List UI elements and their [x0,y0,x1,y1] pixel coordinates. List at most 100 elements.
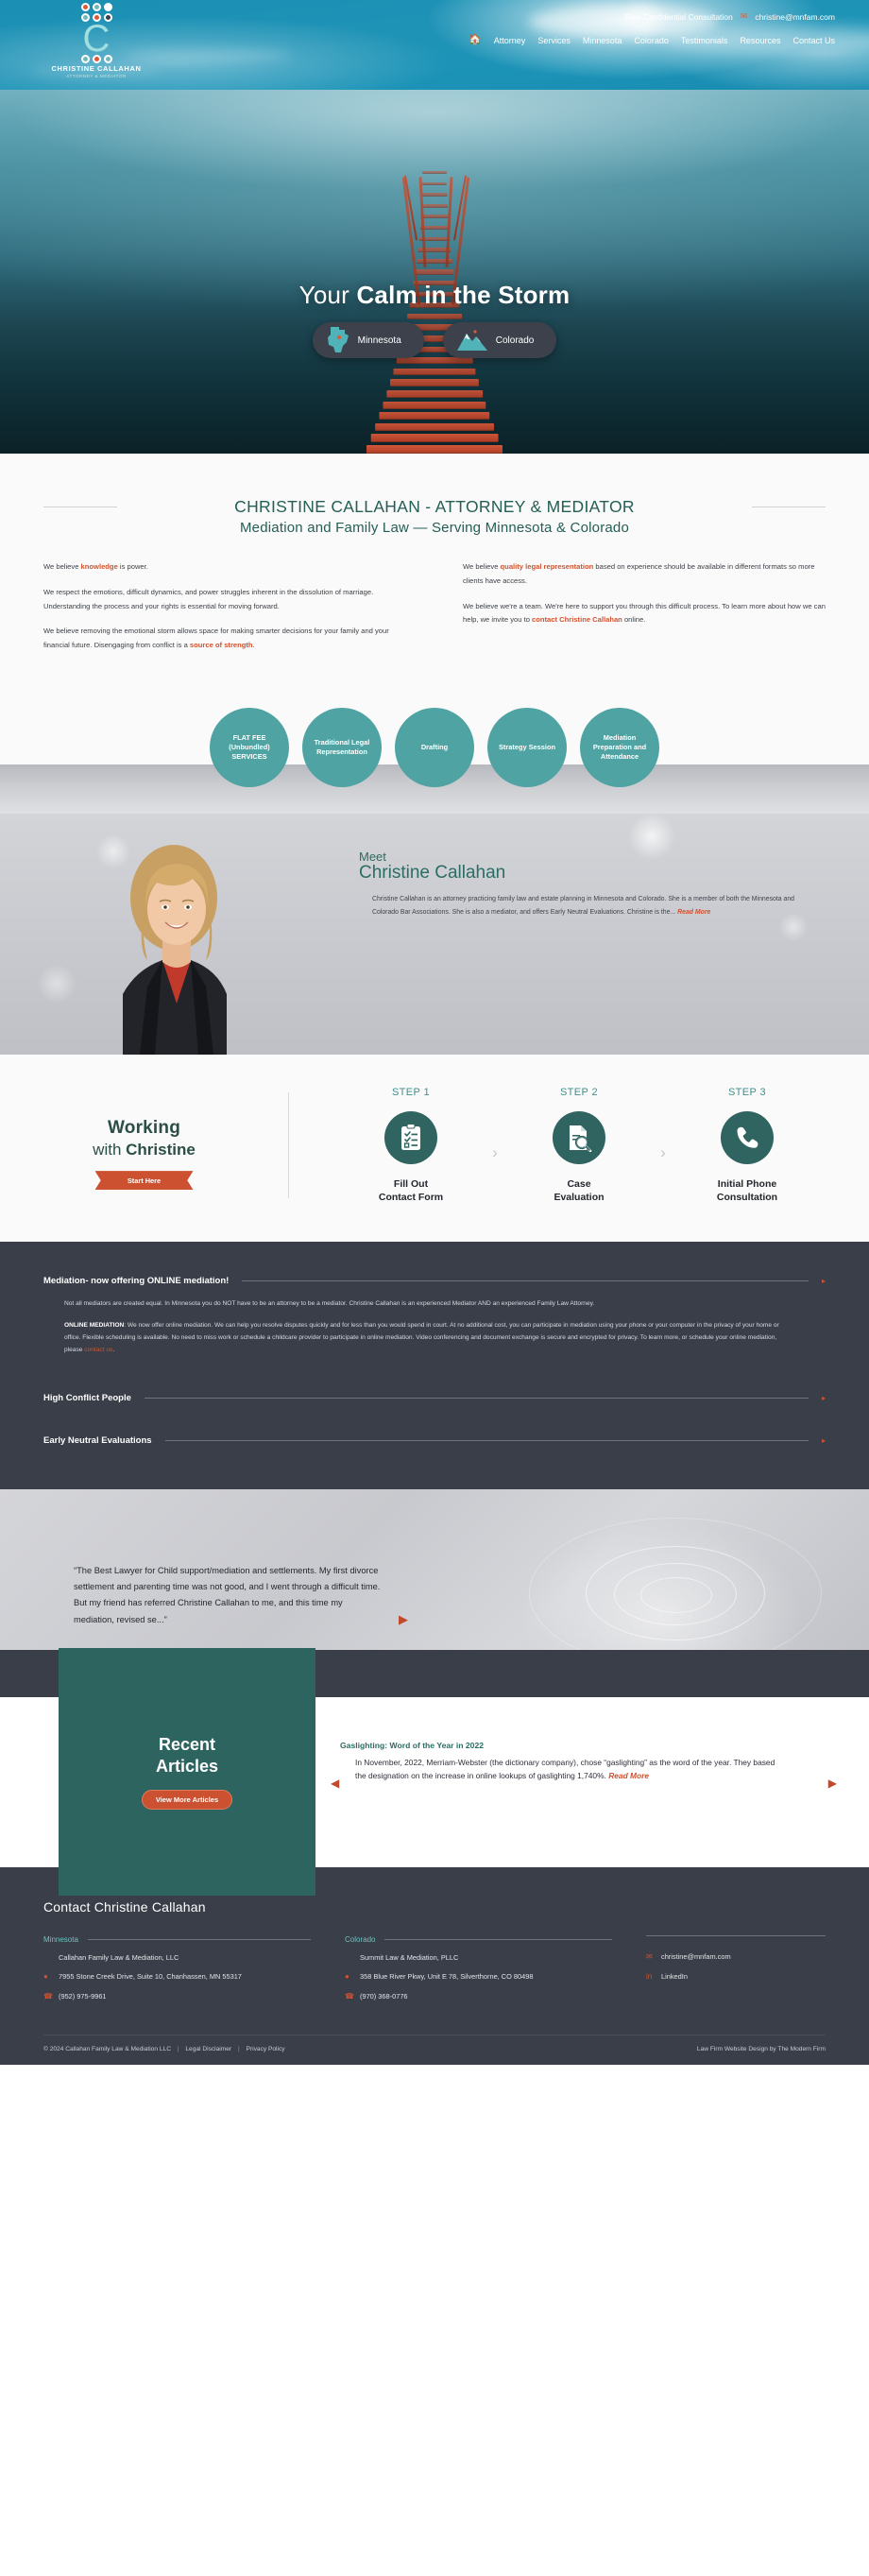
start-here-button[interactable]: Start Here [94,1171,194,1191]
service-circle-traditional[interactable]: Traditional Legal Representation [302,707,382,787]
intro-column-left: We believe knowledge is power. We respec… [43,560,406,664]
document-magnifier-icon [553,1110,605,1164]
testimonial-next-arrow[interactable]: ▶ [399,1612,408,1627]
footer-address-text: 7955 Stone Creek Drive, Suite 10, Chanha… [59,1972,242,1982]
footer-legal-links: © 2024 Callahan Family Law & Mediation L… [43,2046,285,2052]
inline-link[interactable]: source of strength [190,641,253,649]
inline-link[interactable]: contact Christine Callahan [532,615,622,624]
nav-item-minnesota[interactable]: Minnesota [583,36,622,45]
footer-column-contact: ✉ christine@mnfam.com in LinkedIn [646,1935,826,2002]
dock-plank [420,215,449,219]
chevron-right-icon: ▸ [821,1394,826,1403]
working-title-line2: with Christine [0,1141,288,1159]
accordion-body-mediation: Not all mediators are created equal. In … [43,1286,780,1356]
minnesota-button[interactable]: Minnesota [312,322,424,358]
footer-minnesota-header: Minnesota [43,1935,311,1944]
intro-paragraph: We believe we're a team. We're here to s… [463,600,826,628]
article-excerpt-text: In November, 2022, Merriam-Webster (the … [355,1758,775,1780]
accordion-title: Mediation- now offering ONLINE mediation… [43,1276,230,1287]
clipboard-checklist-icon [384,1110,437,1164]
footer-colorado-firm: Summit Law & Mediation, PLLC [345,1952,612,1963]
step-3: STEP 3 Initial Phone Consultation [676,1087,818,1204]
footer-linkedin-row: in LinkedIn [646,1971,826,1983]
step-1-label: STEP 1 [391,1086,431,1098]
linkedin-icon: in [646,1972,653,1982]
site-footer: Contact Christine Callahan Minnesota Cal… [0,1867,869,2066]
divider: | [177,2046,179,2053]
service-circle-flat-fee[interactable]: FLAT FEE (Unbundled) SERVICES [210,707,289,787]
meet-read-more-link[interactable]: Read More [677,909,710,916]
footer-phone-text[interactable]: (952) 975-9961 [59,1991,107,2001]
contact-us-link[interactable]: contact us [84,1347,112,1353]
ripple-ring [529,1518,822,1670]
inline-link[interactable]: quality legal representation [501,562,594,571]
accordion-item-high-conflict: High Conflict People ▸ [43,1393,826,1403]
step-1-title-line2: Contact Form [378,1192,444,1204]
footer-email-link[interactable]: christine@mnfam.com [661,1951,731,1962]
footer-firm-name: Callahan Family Law & Mediation, LLC [59,1953,179,1963]
inline-link[interactable]: knowledge [81,562,118,571]
footer-contact-header [646,1935,826,1937]
text-post: . [252,641,255,650]
footer-colorado-address: ● 358 Blue River Pkwy, Unit E 78, Silver… [345,1971,612,1983]
accordion-item-early-neutral: Early Neutral Evaluations ▸ [43,1435,826,1446]
text-post: online. [622,615,646,625]
map-pin-icon: ● [43,1972,48,1982]
accordion-header-high-conflict[interactable]: High Conflict People ▸ [43,1393,826,1403]
recent-articles-heading-line1: Recent [158,1735,215,1755]
legal-disclaimer-link[interactable]: Legal Disclaimer [185,2046,231,2052]
nav-item-contact-us[interactable]: Contact Us [792,36,835,45]
recent-articles-section: Recent Articles View More Articles ◀ Gas… [0,1648,869,1897]
accordion-spacer [43,1365,826,1393]
accordion-header-early-neutral[interactable]: Early Neutral Evaluations ▸ [43,1435,826,1446]
view-more-articles-button[interactable]: View More Articles [141,1790,233,1811]
article-item: Gaslighting: Word of the Year in 2022 In… [340,1741,784,1783]
service-circle-mediation-prep[interactable]: Mediation Preparation and Attendance [580,707,659,787]
footer-bottom-bar: © 2024 Callahan Family Law & Mediation L… [43,2035,826,2065]
home-icon[interactable]: 🏠 [469,35,482,45]
article-read-more-link[interactable]: Read More [608,1771,649,1780]
footer-minnesota-address: ● 7955 Stone Creek Drive, Suite 10, Chan… [43,1971,311,1983]
articles-prev-arrow[interactable]: ◀ [331,1777,339,1790]
step-1-title: Fill Out Contact Form [340,1177,482,1204]
page-subtitle: Mediation and Family Law — Serving Minne… [239,520,630,536]
avatar [106,828,247,1055]
footer-linkedin-link[interactable]: LinkedIn [661,1971,688,1982]
dock-plank [415,269,454,275]
hero-banner: Your Calm in the Storm Minnesota Colorad… [0,90,869,454]
chevron-right-icon: ▸ [821,1277,826,1286]
footer-rule [87,1939,311,1941]
accordion-header-mediation[interactable]: Mediation- now offering ONLINE mediation… [43,1276,826,1286]
nav-item-services[interactable]: Services [537,36,571,45]
intro-columns: We believe knowledge is power. We respec… [0,536,869,664]
consultation-row: Free Confidential Consultation ✉ christi… [469,11,835,22]
service-circle-strategy[interactable]: Strategy Session [487,707,567,787]
nav-item-resources[interactable]: Resources [740,36,780,45]
intro-headline-wrap: CHRISTINE CALLAHAN - ATTORNEY & MEDIATOR… [0,497,869,536]
nav-item-attorney[interactable]: Attorney [494,36,526,45]
service-circle-drafting[interactable]: Drafting [395,707,474,787]
footer-firm-name: Summit Law & Mediation, PLLC [360,1953,459,1963]
nav-item-colorado[interactable]: Colorado [634,36,669,45]
header-email-link[interactable]: christine@mnfam.com [755,12,835,22]
dock-railing [445,176,453,268]
phone-handset-icon [721,1110,774,1164]
privacy-policy-link[interactable]: Privacy Policy [247,2046,285,2052]
accordion-text-bold: ONLINE MEDIATION [64,1321,125,1329]
nav-item-testimonials[interactable]: Testimonials [681,36,728,45]
article-title[interactable]: Gaslighting: Word of the Year in 2022 [340,1741,784,1750]
text-pre: We believe [43,562,81,571]
meet-bio: Christine Callahan is an attorney practi… [359,893,812,920]
state-button-group: Minnesota Colorado [0,322,869,358]
step-2: STEP 2 Case Evaluation [508,1087,650,1204]
colorado-button[interactable]: Colorado [442,322,557,358]
footer-credit: Law Firm Website Design by The Modern Fi… [696,2046,826,2053]
minnesota-state-icon [326,326,350,354]
footer-phone-text[interactable]: (970) 368-0776 [360,1991,408,2001]
site-logo[interactable]: C CHRISTINE CALLAHAN ATTORNEY & MEDIATOR [40,3,153,78]
articles-next-arrow[interactable]: ▶ [828,1777,837,1790]
step-3-title: Initial Phone Consultation [676,1177,818,1204]
hero-title: Your Calm in the Storm [0,281,869,310]
meet-bio-text: Christine Callahan is an attorney practi… [372,895,794,917]
logo-dot [92,55,101,63]
